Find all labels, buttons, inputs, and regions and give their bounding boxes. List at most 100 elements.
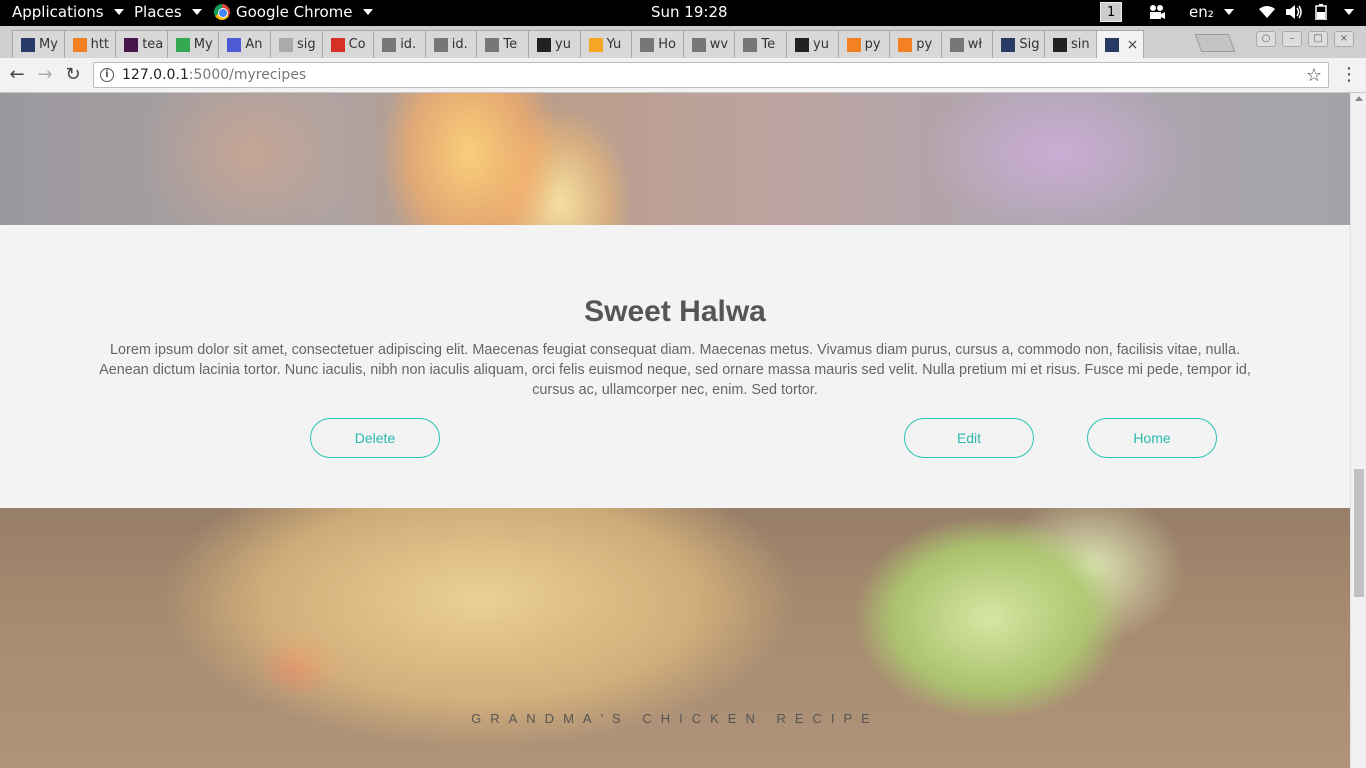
tab[interactable]: Sig	[992, 30, 1051, 58]
stackoverflow-icon	[72, 37, 87, 52]
gmail-icon	[330, 37, 345, 52]
tab[interactable]: Ho	[631, 30, 690, 58]
back-arrow-icon[interactable]: ←	[6, 64, 28, 86]
tab[interactable]: Co	[321, 30, 380, 58]
page-icon	[691, 37, 706, 52]
github-icon	[537, 37, 551, 52]
chevron-down-icon	[113, 9, 124, 15]
close-tab-icon[interactable]: ×	[1127, 37, 1139, 53]
url-path: :5000/myrecipes	[188, 67, 307, 83]
applications-label: Applications	[12, 3, 104, 21]
address-bar[interactable]: i 127.0.0.1 :5000/myrecipes ☆	[93, 62, 1329, 88]
video-icon[interactable]	[1148, 4, 1166, 20]
wifi-icon[interactable]	[1258, 5, 1276, 19]
url-host: 127.0.0.1	[122, 67, 189, 83]
page-icon	[382, 37, 397, 52]
terminal-icon	[21, 37, 35, 52]
tab[interactable]: htt	[63, 30, 122, 58]
tab[interactable]: Te	[734, 30, 793, 58]
page-icon	[485, 37, 500, 52]
google-drive-icon	[175, 37, 190, 52]
tab-title: sig	[297, 37, 316, 52]
browser-toolbar: ← → ↻ i 127.0.0.1 :5000/myrecipes ☆ ⋮	[0, 58, 1366, 93]
more-menu-icon[interactable]: ⋮	[1340, 64, 1358, 85]
tab[interactable]: sin	[1044, 30, 1102, 58]
tab[interactable]: id.	[373, 30, 432, 58]
tab[interactable]: id.	[424, 30, 483, 58]
window-controls: ○ – □ ×	[1256, 31, 1354, 47]
github-icon	[1053, 37, 1067, 52]
chevron-down-icon	[191, 9, 202, 15]
tab[interactable]: Te	[476, 30, 535, 58]
chevron-down-icon	[362, 9, 373, 15]
tab[interactable]: An	[218, 30, 277, 58]
tab-title: yu	[555, 37, 571, 52]
page-viewport: Sweet Halwa Lorem ipsum dolor sit amet, …	[0, 93, 1350, 768]
applications-menu[interactable]: Applications	[12, 3, 124, 21]
scroll-up-arrow-icon[interactable]	[1355, 96, 1363, 101]
scrollbar-thumb[interactable]	[1354, 469, 1364, 597]
edit-button[interactable]: Edit	[904, 418, 1034, 458]
tab[interactable]: yu	[786, 30, 844, 58]
tab[interactable]: tea	[115, 30, 174, 58]
forward-arrow-icon[interactable]: →	[34, 64, 56, 86]
tab-title: Yu	[606, 37, 622, 52]
tab[interactable]: sig	[270, 30, 328, 58]
terminal-icon	[1104, 37, 1119, 52]
tab-title: id.	[451, 37, 468, 52]
minimize-icon[interactable]: –	[1282, 31, 1302, 47]
chevron-down-icon	[1223, 9, 1234, 15]
close-window-icon[interactable]: ×	[1334, 31, 1354, 47]
next-recipe-caption[interactable]: GRANDMA'S CHICKEN RECIPE	[0, 711, 1350, 726]
volume-icon[interactable]	[1285, 5, 1303, 19]
bookmark-star-icon[interactable]: ☆	[1306, 65, 1322, 86]
tab-title: Te	[503, 37, 518, 52]
tab-title: wł	[967, 37, 983, 52]
chevron-down-icon	[1344, 9, 1354, 15]
page-scrollbar[interactable]	[1350, 93, 1366, 768]
tab-title: My	[193, 37, 213, 52]
new-tab-button[interactable]	[1194, 34, 1236, 52]
system-menu[interactable]	[1340, 9, 1354, 15]
workspace-indicator[interactable]: 1	[1100, 2, 1123, 22]
tab[interactable]: yu	[528, 30, 586, 58]
maximize-icon[interactable]: □	[1308, 31, 1328, 47]
tab[interactable]: wł	[940, 30, 999, 58]
page-icon	[433, 37, 448, 52]
chrome-icon	[214, 4, 230, 20]
terminal-icon	[1001, 37, 1016, 52]
delete-button[interactable]: Delete	[310, 418, 440, 458]
h-icon	[279, 37, 293, 52]
clock[interactable]: Sun 19:28	[651, 3, 728, 21]
tab-title: Co	[348, 37, 366, 52]
tab-title: sin	[1071, 37, 1090, 52]
tab[interactable]: py	[889, 30, 948, 58]
tab[interactable]: My	[12, 30, 70, 58]
reload-icon[interactable]: ↻	[62, 64, 84, 86]
tab-title: tea	[142, 37, 164, 52]
system-top-bar: Applications Places Google Chrome Sun 19…	[0, 0, 1366, 26]
recipe-section: Sweet Halwa Lorem ipsum dolor sit amet, …	[0, 225, 1350, 508]
keyboard-layout-menu[interactable]: en₂	[1189, 3, 1234, 21]
profile-icon[interactable]: ○	[1256, 31, 1276, 47]
tab-title: py	[916, 37, 933, 52]
tab-title: wv	[709, 37, 729, 52]
home-button[interactable]: Home	[1087, 418, 1217, 458]
tab[interactable]: Yu	[579, 30, 638, 58]
tab-title: An	[245, 37, 263, 52]
tab[interactable]: py	[837, 30, 896, 58]
tab-title: id.	[400, 37, 417, 52]
docs-icon	[227, 37, 242, 52]
stackoverflow-icon	[846, 37, 861, 52]
active-app-menu[interactable]: Google Chrome	[214, 3, 373, 21]
active-app-label: Google Chrome	[236, 3, 353, 21]
places-menu[interactable]: Places	[134, 3, 202, 21]
slack-icon	[124, 37, 139, 52]
tab[interactable]: wv	[682, 30, 741, 58]
tab[interactable]: My	[166, 30, 225, 58]
info-icon[interactable]: i	[100, 68, 114, 82]
hero-image-fire	[0, 93, 1350, 225]
clock-label: Sun 19:28	[651, 3, 728, 21]
tab-active[interactable]: ×	[1095, 30, 1144, 58]
battery-icon[interactable]	[1314, 4, 1328, 20]
